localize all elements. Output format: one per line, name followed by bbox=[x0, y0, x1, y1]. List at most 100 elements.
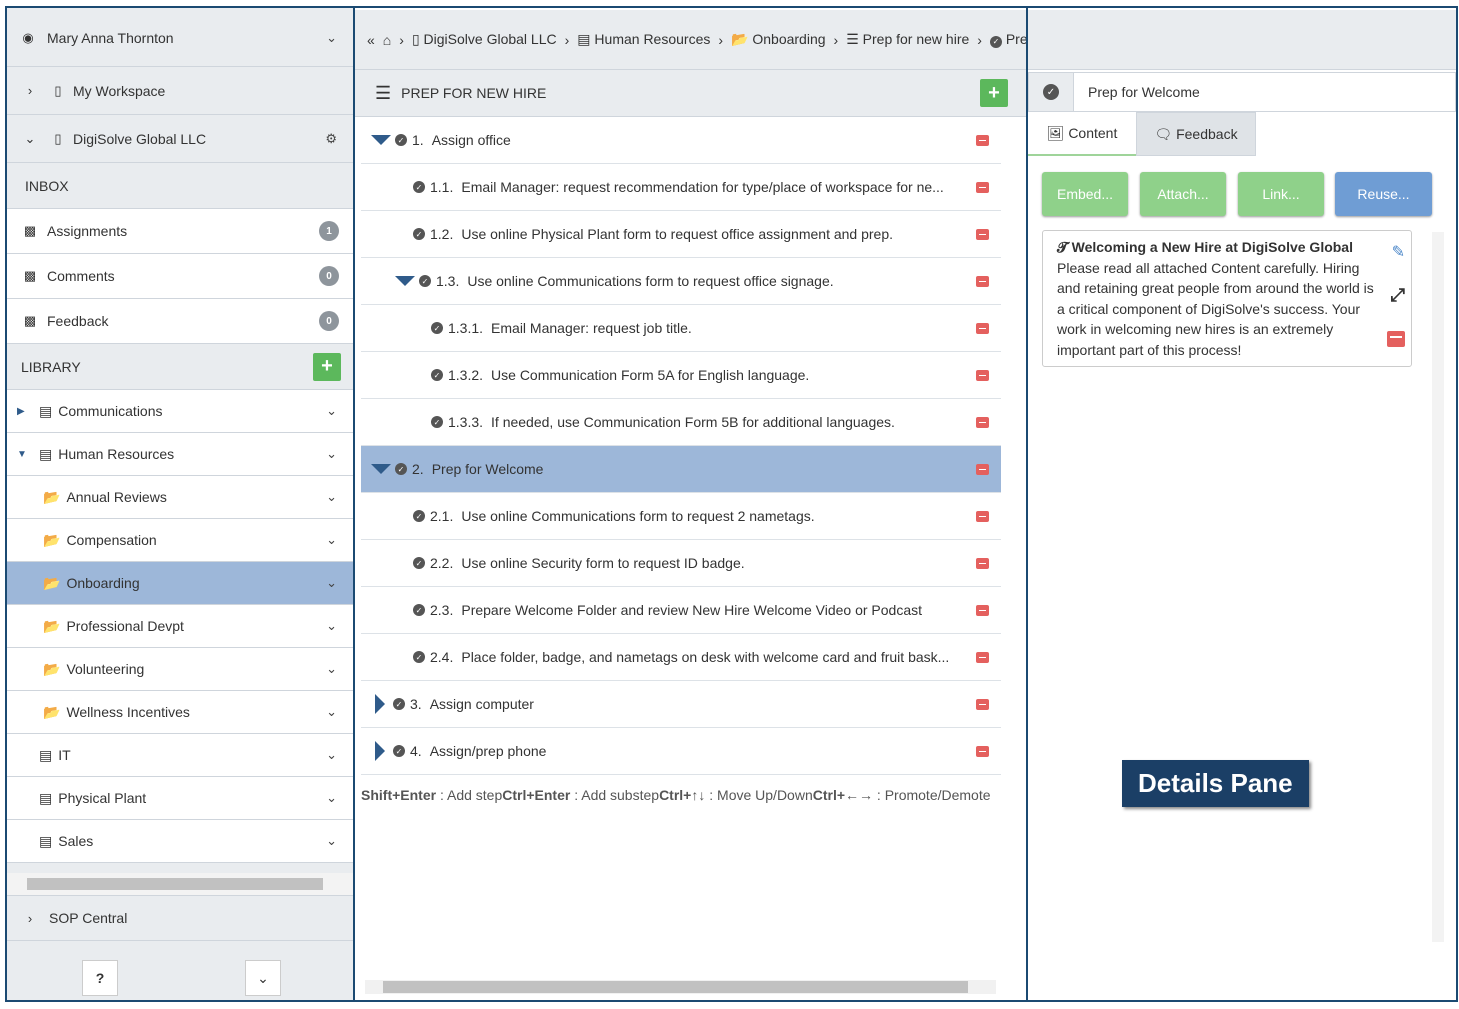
sidebar-item-sop-central[interactable]: › SOP Central bbox=[7, 895, 353, 941]
step-row[interactable]: ✓ 2.3. Prepare Welcome Folder and review N… bbox=[361, 587, 1001, 634]
library-item[interactable]: ▶ ▤ Communications ⌄ bbox=[7, 390, 353, 433]
scrollbar-thumb[interactable] bbox=[27, 878, 323, 890]
chevron-down-icon[interactable]: ⌄ bbox=[326, 30, 337, 46]
link-button[interactable]: Link... bbox=[1238, 172, 1324, 216]
tab-feedback[interactable]: 🗨 Feedback bbox=[1136, 112, 1256, 156]
delete-step-button[interactable] bbox=[976, 604, 989, 616]
inbox-label: Comments bbox=[47, 268, 115, 284]
library-item[interactable]: ▤ Sales ⌄ bbox=[7, 820, 353, 863]
expand-icon[interactable]: ⤢ bbox=[1391, 285, 1405, 306]
step-row[interactable]: ✓ 2.4. Place folder, badge, and nametags o… bbox=[361, 634, 1001, 681]
help-button[interactable]: ? bbox=[82, 960, 118, 996]
delete-step-button[interactable] bbox=[976, 416, 989, 428]
step-row[interactable]: ✓ 1.3.2. Use Communication Form 5A for Eng… bbox=[361, 352, 1001, 399]
library-item[interactable]: 📂 Professional Devpt ⌄ bbox=[7, 605, 353, 648]
chevron-down-icon[interactable]: ⌄ bbox=[326, 833, 337, 849]
scrollbar-thumb[interactable] bbox=[383, 981, 968, 993]
inbox-item-feedback[interactable]: ▩ Feedback 0 bbox=[7, 299, 353, 344]
sidebar-item-my-workspace[interactable]: › ▯ My Workspace bbox=[7, 67, 353, 115]
delete-step-button[interactable] bbox=[976, 698, 989, 710]
library-item[interactable]: 📂 Wellness Incentives ⌄ bbox=[7, 691, 353, 734]
breadcrumb-item[interactable]: 📂 Onboarding bbox=[731, 31, 826, 48]
title-input[interactable]: Prep for Welcome bbox=[1074, 73, 1200, 111]
horizontal-scrollbar[interactable] bbox=[7, 873, 353, 895]
vertical-scrollbar[interactable] bbox=[1432, 232, 1444, 942]
chevron-down-icon[interactable]: ⌄ bbox=[326, 403, 337, 419]
home-icon[interactable]: ⌂ bbox=[383, 32, 391, 48]
delete-step-button[interactable] bbox=[976, 651, 989, 663]
step-row[interactable]: ✓ 1.3.1. Email Manager: request job title. bbox=[361, 305, 1001, 352]
step-row[interactable]: ✓ 3. Assign computer bbox=[361, 681, 1001, 728]
delete-step-button[interactable] bbox=[976, 369, 989, 381]
step-row[interactable]: ✓ 1.3.3. If needed, use Communication Form… bbox=[361, 399, 1001, 446]
add-library-button[interactable]: + bbox=[313, 352, 341, 381]
attach-button[interactable]: Attach... bbox=[1140, 172, 1226, 216]
breadcrumb-item[interactable]: ✓ Prep for Welcome bbox=[989, 31, 1026, 48]
caret-down-icon[interactable]: ▼ bbox=[17, 449, 31, 460]
user-menu[interactable]: ◉ Mary Anna Thornton ⌄ bbox=[7, 10, 353, 67]
inbox-item-assignments[interactable]: ▩ Assignments 1 bbox=[7, 209, 353, 254]
add-step-button[interactable]: + bbox=[980, 79, 1008, 107]
delete-step-button[interactable] bbox=[976, 322, 989, 334]
delete-step-button[interactable] bbox=[976, 463, 989, 475]
breadcrumb-item[interactable]: ▯ DigiSolve Global LLC bbox=[412, 31, 557, 48]
step-row[interactable]: ✓ 1. Assign office bbox=[361, 117, 1001, 164]
delete-step-button[interactable] bbox=[976, 181, 989, 193]
embed-button[interactable]: Embed... bbox=[1042, 172, 1128, 216]
library-item[interactable]: ▼ ▤ Human Resources ⌄ bbox=[7, 433, 353, 476]
delete-step-button[interactable] bbox=[976, 228, 989, 240]
step-row[interactable]: ✓ 4. Assign/prep phone bbox=[361, 728, 1001, 775]
chevron-down-icon[interactable]: ⌄ bbox=[326, 790, 337, 806]
chevron-down-icon[interactable]: ⌄ bbox=[326, 489, 337, 505]
delete-step-button[interactable] bbox=[976, 134, 989, 146]
chevron-down-icon[interactable]: ⌄ bbox=[21, 131, 39, 147]
caret-down-icon[interactable] bbox=[371, 464, 391, 474]
caret-right-icon[interactable] bbox=[375, 694, 385, 714]
horizontal-scrollbar[interactable] bbox=[365, 980, 996, 994]
tab-content[interactable]: 🖼 Content bbox=[1028, 112, 1136, 156]
chevron-down-icon[interactable]: ⌄ bbox=[326, 704, 337, 720]
sidebar-item-org[interactable]: ⌄ ▯ DigiSolve Global LLC ⚙ bbox=[7, 115, 353, 163]
step-row[interactable]: ✓ 1.3. Use online Communications form to r… bbox=[361, 258, 1001, 305]
caret-down-icon[interactable] bbox=[371, 135, 391, 145]
library-item[interactable]: 📂 Annual Reviews ⌄ bbox=[7, 476, 353, 519]
chevron-down-icon[interactable]: ⌄ bbox=[326, 532, 337, 548]
library-item[interactable]: ▤ IT ⌄ bbox=[7, 734, 353, 777]
caret-down-icon[interactable] bbox=[395, 276, 415, 286]
delete-step-button[interactable] bbox=[976, 275, 989, 287]
library-item[interactable]: ▤ Physical Plant ⌄ bbox=[7, 777, 353, 820]
step-number: 1. bbox=[412, 132, 424, 148]
chevron-down-icon[interactable]: ⌄ bbox=[326, 747, 337, 763]
reuse-button[interactable]: Reuse... bbox=[1335, 172, 1432, 216]
edit-icon[interactable]: ✎ bbox=[1392, 243, 1405, 264]
chevron-right-icon[interactable]: › bbox=[21, 911, 39, 926]
chevron-down-icon[interactable]: ⌄ bbox=[326, 618, 337, 634]
details-top-bar bbox=[1028, 10, 1456, 70]
breadcrumb-item[interactable]: ▤ Human Resources bbox=[577, 31, 710, 48]
chevron-down-icon[interactable]: ⌄ bbox=[326, 446, 337, 462]
title-field[interactable]: ✓ Prep for Welcome bbox=[1028, 72, 1456, 112]
collapse-button[interactable]: ⌄ bbox=[245, 960, 281, 996]
delete-step-button[interactable] bbox=[976, 510, 989, 522]
gear-icon[interactable]: ⚙ bbox=[325, 131, 337, 147]
caret-right-icon[interactable] bbox=[375, 741, 385, 761]
library-item[interactable]: 📂 Compensation ⌄ bbox=[7, 519, 353, 562]
step-row[interactable]: ✓ 1.2. Use online Physical Plant form to r… bbox=[361, 211, 1001, 258]
delete-step-button[interactable] bbox=[976, 557, 989, 569]
step-text: Prepare Welcome Folder and review New Hi… bbox=[461, 602, 923, 618]
chevron-right-icon[interactable]: › bbox=[21, 83, 39, 98]
chevron-down-icon[interactable]: ⌄ bbox=[326, 661, 337, 677]
breadcrumb-item[interactable]: ☰ Prep for new hire bbox=[846, 31, 969, 48]
delete-content-button[interactable] bbox=[1387, 331, 1405, 347]
step-row[interactable]: ✓ 2.2. Use online Security form to request… bbox=[361, 540, 1001, 587]
step-row[interactable]: ✓ 2.1. Use online Communications form to r… bbox=[361, 493, 1001, 540]
chevron-down-icon[interactable]: ⌄ bbox=[326, 575, 337, 591]
step-row[interactable]: ✓ 2. Prep for Welcome bbox=[361, 446, 1001, 493]
inbox-item-comments[interactable]: ▩ Comments 0 bbox=[7, 254, 353, 299]
library-item[interactable]: 📂 Onboarding ⌄ bbox=[7, 562, 353, 605]
step-row[interactable]: ✓ 1.1. Email Manager: request recommendati… bbox=[361, 164, 1001, 211]
delete-step-button[interactable] bbox=[976, 745, 989, 757]
caret-right-icon[interactable]: ▶ bbox=[17, 406, 31, 417]
collapse-left-icon[interactable]: « bbox=[367, 32, 375, 48]
library-item[interactable]: 📂 Volunteering ⌄ bbox=[7, 648, 353, 691]
